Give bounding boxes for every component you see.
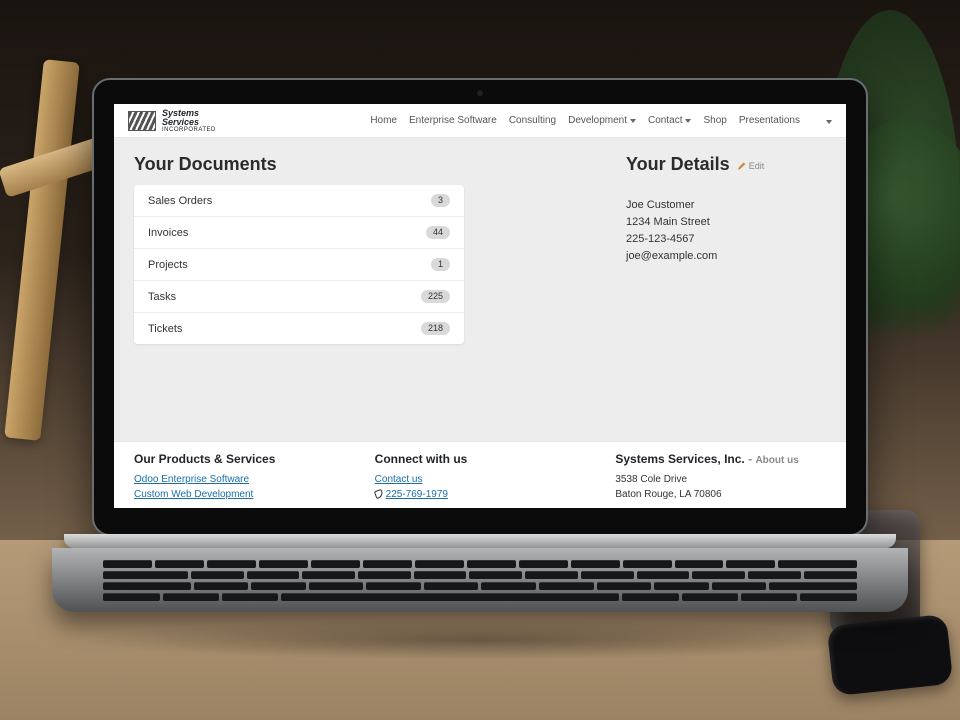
doc-label: Tickets <box>148 323 182 335</box>
details-section: Your Details Edit Joe Customer 1234 Main… <box>626 154 826 431</box>
detail-phone: 225-123-4567 <box>626 231 826 248</box>
footer-heading: Our Products & Services <box>134 452 345 466</box>
doc-row-tickets[interactable]: Tickets 218 <box>134 313 464 344</box>
footer-sep: - <box>745 452 756 466</box>
documents-list: Sales Orders 3 Invoices 44 Projects 1 <box>134 185 464 344</box>
nav-home[interactable]: Home <box>370 115 397 126</box>
nav-development-label: Development <box>568 115 627 126</box>
edit-details-link[interactable]: Edit <box>738 161 765 171</box>
nav-contact[interactable]: Contact <box>648 115 691 126</box>
brand-line3: INCORPORATED <box>162 127 216 133</box>
nav-enterprise-label: Enterprise Software <box>409 115 497 126</box>
doc-label: Tasks <box>148 291 176 303</box>
brand-logo-icon <box>128 111 156 131</box>
nav-presentations-label: Presentations <box>739 115 800 126</box>
footer-heading: Systems Services, Inc. - About us <box>615 452 826 466</box>
doc-label: Invoices <box>148 227 188 239</box>
footer-company-name: Systems Services, Inc. <box>615 452 744 466</box>
documents-heading: Your Documents <box>134 154 464 175</box>
doc-row-sales-orders[interactable]: Sales Orders 3 <box>134 185 464 217</box>
laptop-base <box>92 534 868 594</box>
chevron-down-icon <box>630 119 636 123</box>
details-body: Joe Customer 1234 Main Street 225-123-45… <box>626 197 826 265</box>
nav-consulting-label: Consulting <box>509 115 556 126</box>
laptop: Systems Services INCORPORATED Home Enter… <box>92 78 868 594</box>
brand-text: Systems Services INCORPORATED <box>162 109 216 133</box>
details-heading: Your Details <box>626 154 730 175</box>
count-badge: 1 <box>431 258 450 271</box>
edit-label: Edit <box>749 161 765 171</box>
pencil-icon <box>738 162 746 170</box>
doc-label: Projects <box>148 259 188 271</box>
footer-col-products: Our Products & Services Odoo Enterprise … <box>134 452 345 502</box>
nav-consulting[interactable]: Consulting <box>509 115 556 126</box>
nav-contact-label: Contact <box>648 115 682 126</box>
footer-link-contact[interactable]: Contact us <box>375 474 423 485</box>
footer-col-connect: Connect with us Contact us 225-769-1979 <box>375 452 586 502</box>
footer-about-link[interactable]: About us <box>755 455 798 466</box>
brand-line2: Services <box>162 118 216 127</box>
detail-email: joe@example.com <box>626 248 826 265</box>
lamp-decor <box>4 59 80 441</box>
documents-section: Your Documents Sales Orders 3 Invoices 4… <box>134 154 464 431</box>
nav-links: Home Enterprise Software Consulting Deve… <box>370 115 800 126</box>
footer-heading: Connect with us <box>375 452 586 466</box>
portal-app: Systems Services INCORPORATED Home Enter… <box>114 104 846 508</box>
laptop-bezel: Systems Services INCORPORATED Home Enter… <box>92 78 868 536</box>
doc-row-invoices[interactable]: Invoices 44 <box>134 217 464 249</box>
footer: Our Products & Services Odoo Enterprise … <box>114 441 846 508</box>
doc-label: Sales Orders <box>148 195 212 207</box>
footer-addr1: 3538 Cole Drive <box>615 472 826 487</box>
count-badge: 3 <box>431 194 450 207</box>
doc-row-projects[interactable]: Projects 1 <box>134 249 464 281</box>
top-nav: Systems Services INCORPORATED Home Enter… <box>114 104 846 138</box>
nav-enterprise-software[interactable]: Enterprise Software <box>409 115 497 126</box>
nav-home-label: Home <box>370 115 397 126</box>
chevron-down-icon <box>685 119 691 123</box>
webcam-dot <box>477 90 483 96</box>
laptop-keyboard <box>52 548 908 612</box>
doc-row-tasks[interactable]: Tasks 225 <box>134 281 464 313</box>
brand[interactable]: Systems Services INCORPORATED <box>128 109 216 133</box>
footer-link-webdev[interactable]: Custom Web Development <box>134 489 253 500</box>
nav-shop-label: Shop <box>703 115 726 126</box>
phone-icon <box>374 489 384 499</box>
footer-link-odoo[interactable]: Odoo Enterprise Software <box>134 474 249 485</box>
laptop-hinge <box>64 534 896 548</box>
laptop-shadow <box>80 620 880 660</box>
page-body: Your Documents Sales Orders 3 Invoices 4… <box>114 138 846 441</box>
count-badge: 44 <box>426 226 450 239</box>
footer-col-company: Systems Services, Inc. - About us 3538 C… <box>615 452 826 502</box>
nav-shop[interactable]: Shop <box>703 115 726 126</box>
detail-address: 1234 Main Street <box>626 214 826 231</box>
detail-name: Joe Customer <box>626 197 826 214</box>
footer-addr2: Baton Rouge, LA 70806 <box>615 487 826 502</box>
nav-development[interactable]: Development <box>568 115 636 126</box>
count-badge: 218 <box>421 322 450 335</box>
nav-user-menu[interactable] <box>826 115 832 127</box>
nav-presentations[interactable]: Presentations <box>739 115 800 126</box>
count-badge: 225 <box>421 290 450 303</box>
laptop-screen: Systems Services INCORPORATED Home Enter… <box>114 104 846 508</box>
footer-phone-link[interactable]: 225-769-1979 <box>386 489 448 500</box>
chevron-down-icon <box>826 120 832 124</box>
